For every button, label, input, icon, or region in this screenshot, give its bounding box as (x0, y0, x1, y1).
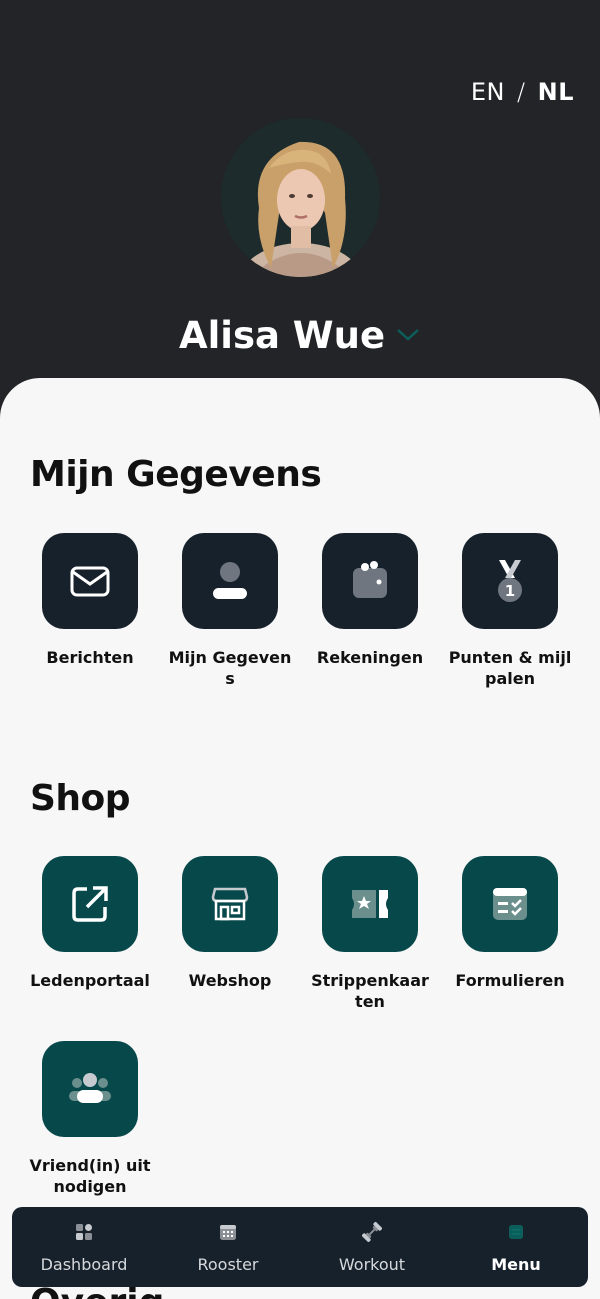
calendar-icon (217, 1221, 239, 1243)
user-name: Alisa Wue (178, 314, 386, 357)
dumbbell-icon (361, 1221, 383, 1243)
section-title-shop: Shop (30, 778, 131, 819)
tile-label: Vriend(in) uitnodigen (29, 1156, 151, 1196)
medal-icon: 1 (498, 560, 522, 602)
tile-label: Punten & mijlpalen (448, 648, 572, 688)
tile-strippenkaarten[interactable]: Strippenkaarten (300, 856, 440, 1012)
user-icon (213, 562, 247, 599)
tile-vriend-uitnodigen[interactable]: Vriend(in) uitnodigen (20, 1041, 160, 1197)
nav-dashboard[interactable]: Dashboard (12, 1207, 156, 1287)
section-title-mijn-gegevens: Mijn Gegevens (30, 454, 322, 495)
avatar[interactable] (221, 118, 380, 277)
user-name-selector[interactable]: Alisa Wue (0, 314, 600, 357)
wallet-icon (353, 561, 387, 598)
tile-label: Mijn Gegevens (168, 648, 292, 688)
svg-text:1: 1 (505, 582, 515, 600)
tile-punten-mijlpalen[interactable]: 1 Punten & mijlpalen (440, 533, 580, 689)
language-switcher: EN / NL (471, 78, 574, 106)
tile-label: Webshop (188, 971, 272, 990)
tile-mijn-gegevens[interactable]: Mijn Gegevens (160, 533, 300, 689)
dashboard-icon (73, 1221, 95, 1243)
nav-label: Menu (491, 1255, 541, 1274)
bottom-navigation: Dashboard Rooster Workout Menu (12, 1207, 588, 1287)
lang-separator: / (517, 78, 526, 106)
store-icon (211, 887, 249, 921)
tile-formulieren[interactable]: Formulieren (440, 856, 580, 991)
tile-label: Formulieren (455, 971, 565, 990)
tile-label: Berichten (46, 648, 134, 667)
tile-rekeningen[interactable]: Rekeningen (300, 533, 440, 668)
form-icon (493, 888, 527, 920)
chevron-down-icon (397, 328, 419, 341)
ticket-icon (352, 890, 388, 918)
nav-menu[interactable]: Menu (444, 1207, 588, 1287)
nav-rooster[interactable]: Rooster (156, 1207, 300, 1287)
tile-ledenportaal[interactable]: Ledenportaal (20, 856, 160, 991)
nav-label: Dashboard (40, 1255, 128, 1274)
lang-en-button[interactable]: EN (471, 78, 505, 106)
tile-label: Rekeningen (316, 648, 424, 667)
tile-berichten[interactable]: Berichten (20, 533, 160, 668)
nav-label: Workout (338, 1255, 406, 1274)
tile-label: Strippenkaarten (311, 971, 429, 1011)
tile-webshop[interactable]: Webshop (160, 856, 300, 991)
lang-nl-button[interactable]: NL (538, 78, 574, 106)
tile-label: Ledenportaal (30, 971, 150, 990)
avatar-photo (221, 118, 380, 277)
menu-icon (505, 1221, 527, 1243)
menu-sheet: Mijn Gegevens Berichten Mijn Gegevens Re… (0, 378, 600, 1299)
group-icon (69, 1073, 111, 1103)
mail-icon (70, 566, 110, 597)
nav-label: Rooster (197, 1255, 259, 1274)
nav-workout[interactable]: Workout (300, 1207, 444, 1287)
external-link-icon (72, 886, 108, 922)
